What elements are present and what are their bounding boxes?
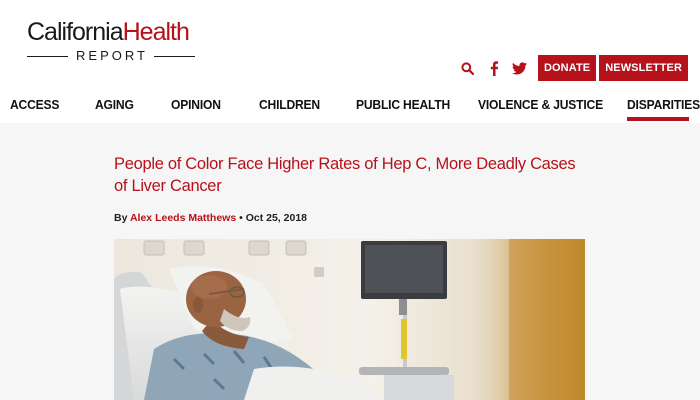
nav-active-indicator xyxy=(627,117,689,121)
newsletter-button[interactable]: NEWSLETTER xyxy=(599,55,688,81)
logo-subtitle: REPORT xyxy=(76,48,148,63)
nav-item-public-health[interactable]: PUBLIC HEALTH xyxy=(356,97,450,112)
byline: By Alex Leeds Matthews • Oct 25, 2018 xyxy=(114,212,307,224)
byline-separator: • xyxy=(239,212,243,224)
nav-item-disparities[interactable]: DISPARITIES xyxy=(627,97,700,112)
byline-by: By xyxy=(114,212,128,224)
nav-item-children[interactable]: CHILDREN xyxy=(259,97,320,112)
hospital-patient-illustration xyxy=(114,239,585,400)
logo-health: Health xyxy=(122,18,190,46)
twitter-icon[interactable] xyxy=(508,55,532,81)
nav-item-opinion[interactable]: OPINION xyxy=(171,97,221,112)
logo-rule-right xyxy=(153,55,195,57)
logo-subtitle-row: REPORT xyxy=(27,48,195,64)
site-logo[interactable]: CaliforniaHealth REPORT xyxy=(27,18,197,68)
logo-california: California xyxy=(27,18,124,46)
byline-date: Oct 25, 2018 xyxy=(245,212,307,224)
main-nav: ACCESS AGING OPINION CHILDREN PUBLIC HEA… xyxy=(0,89,700,123)
search-icon[interactable] xyxy=(456,55,480,81)
facebook-icon[interactable] xyxy=(482,55,506,81)
nav-item-violence-justice[interactable]: VIOLENCE & JUSTICE xyxy=(478,97,603,112)
header-tools: DONATE NEWSLETTER xyxy=(456,55,688,81)
donate-button[interactable]: DONATE xyxy=(537,55,597,81)
logo-rule-left xyxy=(27,55,69,57)
article-title[interactable]: People of Color Face Higher Rates of Hep… xyxy=(114,153,584,197)
logo-wordmark: CaliforniaHealth xyxy=(27,18,197,46)
byline-author[interactable]: Alex Leeds Matthews xyxy=(130,212,236,224)
article-featured-image xyxy=(114,239,585,400)
nav-item-aging[interactable]: AGING xyxy=(95,97,134,112)
nav-item-access[interactable]: ACCESS xyxy=(10,97,59,112)
